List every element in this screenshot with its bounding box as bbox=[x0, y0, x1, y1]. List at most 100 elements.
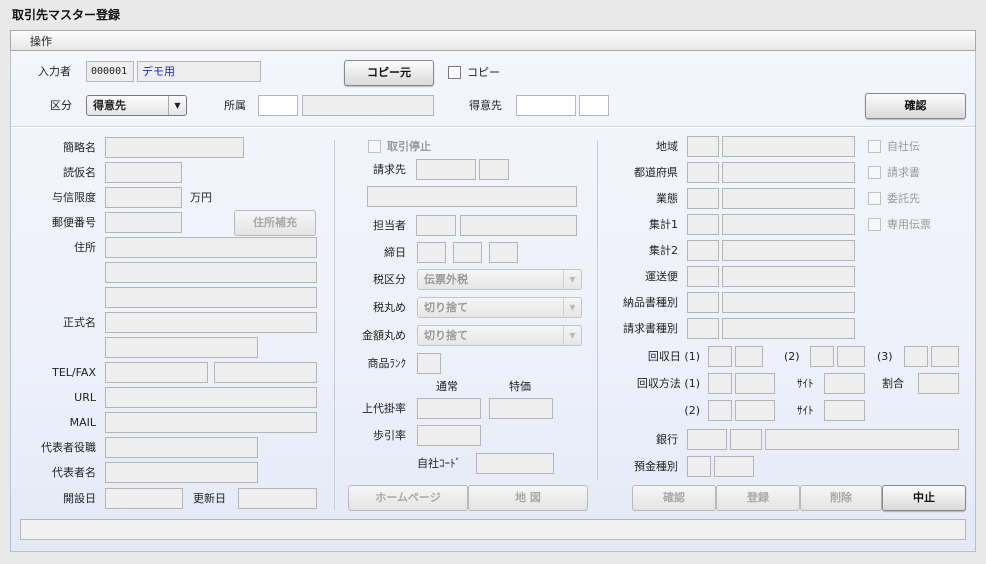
billing-sub-field[interactable] bbox=[479, 159, 509, 180]
rep-title-field[interactable] bbox=[105, 437, 258, 458]
inputter-label: 入力者 bbox=[38, 65, 71, 78]
total2-name-field bbox=[722, 240, 855, 261]
copy-source-button[interactable]: コピー元 bbox=[344, 60, 434, 86]
bank-name-field bbox=[765, 429, 959, 450]
delivery-slip-code-field[interactable] bbox=[687, 292, 719, 313]
affiliation-label: 所属 bbox=[224, 99, 246, 112]
collection-day2-field-a[interactable] bbox=[810, 346, 834, 367]
copy-checkbox-label: コピー bbox=[467, 66, 500, 79]
total1-label: 集計1 bbox=[649, 218, 678, 231]
company-code-field[interactable] bbox=[476, 453, 554, 474]
tax-round-select[interactable]: 切り捨て ▼ bbox=[417, 297, 582, 318]
collection-day1-field-b[interactable] bbox=[735, 346, 763, 367]
ratio-field[interactable] bbox=[918, 373, 959, 394]
closing-day-label: 締日 bbox=[384, 246, 406, 259]
status-bar bbox=[20, 519, 966, 540]
register-button[interactable]: 登録 bbox=[716, 485, 800, 511]
address-field-1[interactable] bbox=[105, 237, 317, 258]
list-price-special-field[interactable] bbox=[489, 398, 553, 419]
invoice-type-code-field[interactable] bbox=[687, 318, 719, 339]
product-rank-label: 商品ﾗﾝｸ bbox=[367, 357, 407, 370]
url-label: URL bbox=[74, 391, 96, 404]
collection-day3-field-a[interactable] bbox=[904, 346, 928, 367]
rep-name-field[interactable] bbox=[105, 462, 258, 483]
closing-day-field-2[interactable] bbox=[453, 242, 482, 263]
update-date-label: 更新日 bbox=[193, 492, 226, 505]
address-complete-button[interactable]: 住所補充 bbox=[234, 210, 316, 236]
amount-round-select[interactable]: 切り捨て ▼ bbox=[417, 325, 582, 346]
bank-branch-field[interactable] bbox=[730, 429, 762, 450]
tel-field[interactable] bbox=[105, 362, 208, 383]
homepage-button[interactable]: ホームページ bbox=[348, 485, 468, 511]
short-name-field[interactable] bbox=[105, 137, 244, 158]
cancel-button[interactable]: 中止 bbox=[882, 485, 966, 511]
dedicated-slip-checkbox[interactable] bbox=[868, 218, 881, 231]
address-field-2[interactable] bbox=[105, 262, 317, 283]
collection-day1-field-a[interactable] bbox=[708, 346, 732, 367]
person-code-field[interactable] bbox=[416, 215, 456, 236]
business-type-code-field[interactable] bbox=[687, 188, 719, 209]
official-name-field-1[interactable] bbox=[105, 312, 317, 333]
menu-operation[interactable]: 操作 bbox=[30, 33, 52, 49]
region-label: 地域 bbox=[656, 140, 678, 153]
own-slip-checkbox[interactable] bbox=[868, 140, 881, 153]
prefecture-code-field[interactable] bbox=[687, 162, 719, 183]
suspend-label: 取引停止 bbox=[387, 140, 431, 153]
url-field[interactable] bbox=[105, 387, 317, 408]
total1-code-field[interactable] bbox=[687, 214, 719, 235]
chevron-down-icon: ▼ bbox=[168, 96, 186, 115]
kana-name-label: 読仮名 bbox=[63, 166, 96, 179]
site2-field[interactable] bbox=[824, 400, 865, 421]
affiliation-code-field[interactable] bbox=[258, 95, 298, 116]
ratio-label: 割合 bbox=[882, 377, 904, 390]
mail-field[interactable] bbox=[105, 412, 317, 433]
window-title: 取引先マスター登録 bbox=[12, 8, 121, 22]
amount-round-label: 金額丸め bbox=[362, 329, 406, 342]
collection-method1-field[interactable] bbox=[708, 373, 732, 394]
product-rank-field[interactable] bbox=[417, 353, 441, 374]
region-code-field[interactable] bbox=[687, 136, 719, 157]
discount-rate-field[interactable] bbox=[417, 425, 481, 446]
fax-field[interactable] bbox=[214, 362, 317, 383]
affiliation-name-field bbox=[302, 95, 434, 116]
list-price-normal-field[interactable] bbox=[417, 398, 481, 419]
dedicated-slip-label: 専用伝票 bbox=[887, 218, 931, 231]
suspend-checkbox[interactable] bbox=[368, 140, 381, 153]
customer-code-field[interactable] bbox=[516, 95, 576, 116]
total2-code-field[interactable] bbox=[687, 240, 719, 261]
business-type-name-field bbox=[722, 188, 855, 209]
invoice-label: 請求書 bbox=[887, 166, 920, 179]
chevron-down-icon: ▼ bbox=[563, 298, 581, 317]
update-date-field[interactable] bbox=[238, 488, 317, 509]
total1-name-field bbox=[722, 214, 855, 235]
collection-method2-field[interactable] bbox=[708, 400, 732, 421]
bank-code-field[interactable] bbox=[687, 429, 727, 450]
closing-day-field-1[interactable] bbox=[417, 242, 446, 263]
invoice-checkbox[interactable] bbox=[868, 166, 881, 179]
consignment-checkbox[interactable] bbox=[868, 192, 881, 205]
open-date-field[interactable] bbox=[105, 488, 183, 509]
collection-day3-field-b[interactable] bbox=[931, 346, 959, 367]
kana-name-field[interactable] bbox=[105, 162, 182, 183]
tax-class-select[interactable]: 伝票外税 ▼ bbox=[417, 269, 582, 290]
delete-button[interactable]: 削除 bbox=[800, 485, 882, 511]
collection-day2-field-b[interactable] bbox=[837, 346, 865, 367]
copy-checkbox[interactable] bbox=[448, 66, 461, 79]
inputter-code-field[interactable]: 000001 bbox=[86, 61, 134, 82]
credit-limit-field[interactable] bbox=[105, 187, 182, 208]
confirm-button[interactable]: 確認 bbox=[632, 485, 716, 511]
address-field-3[interactable] bbox=[105, 287, 317, 308]
postal-code-field[interactable] bbox=[105, 212, 182, 233]
shipping-code-field[interactable] bbox=[687, 266, 719, 287]
credit-unit-label: 万円 bbox=[190, 191, 212, 204]
deposit-type-code-field[interactable] bbox=[687, 456, 711, 477]
billing-code-field[interactable] bbox=[416, 159, 476, 180]
address-label: 住所 bbox=[74, 241, 96, 254]
site-field[interactable] bbox=[824, 373, 865, 394]
closing-day-field-3[interactable] bbox=[489, 242, 518, 263]
division-select[interactable]: 得意先 ▼ bbox=[86, 95, 187, 116]
confirm-header-button[interactable]: 確認 bbox=[865, 93, 966, 119]
customer-sub-field[interactable] bbox=[579, 95, 609, 116]
map-button[interactable]: 地 図 bbox=[468, 485, 588, 511]
official-name-field-2[interactable] bbox=[105, 337, 258, 358]
